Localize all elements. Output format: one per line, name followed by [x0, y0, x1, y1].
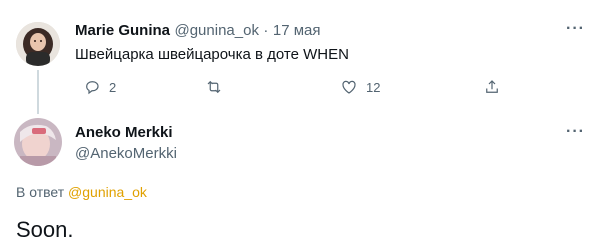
author-name[interactable]: Marie Gunina — [75, 22, 170, 39]
avatar-image — [16, 22, 60, 66]
reply-icon — [86, 81, 99, 95]
more-dots-icon: ··· — [566, 20, 585, 37]
dot-separator: · — [263, 22, 269, 39]
tweet-text: Soon. — [16, 217, 74, 242]
share-icon — [486, 80, 498, 93]
more-options-button[interactable]: ··· — [566, 20, 585, 38]
author-handle[interactable]: @AnekoMerkki — [75, 145, 177, 162]
author-handle[interactable]: @gunina_ok — [174, 22, 258, 39]
retweet-action[interactable] — [205, 78, 231, 96]
retweet-icon — [207, 80, 221, 94]
reply-context: В ответ @gunina_ok — [16, 184, 147, 200]
avatar-marie[interactable] — [16, 22, 60, 66]
avatar-aneko[interactable] — [14, 118, 62, 166]
author-name[interactable]: Aneko Merkki — [75, 124, 173, 141]
more-options-button[interactable]: ··· — [566, 123, 585, 141]
reply-count: 2 — [109, 79, 117, 95]
reply-to-handle-link[interactable]: @gunina_ok — [68, 184, 147, 200]
share-action[interactable] — [483, 78, 501, 96]
reply-tweet-header: Marie Gunina @gunina_ok · 17 мая — [75, 22, 321, 40]
more-dots-icon: ··· — [566, 123, 585, 140]
reply-action[interactable]: 2 — [83, 78, 116, 96]
thread-connector-line — [37, 70, 39, 114]
tweet-text: Швейцарка швейцарочка в доте WHEN — [75, 46, 349, 63]
like-action[interactable]: 12 — [340, 78, 380, 96]
reply-context-prefix: В ответ — [16, 184, 65, 200]
heart-icon — [342, 80, 356, 94]
like-count: 12 — [366, 79, 381, 95]
avatar-image — [14, 118, 62, 166]
tweet-date[interactable]: 17 мая — [273, 22, 321, 39]
